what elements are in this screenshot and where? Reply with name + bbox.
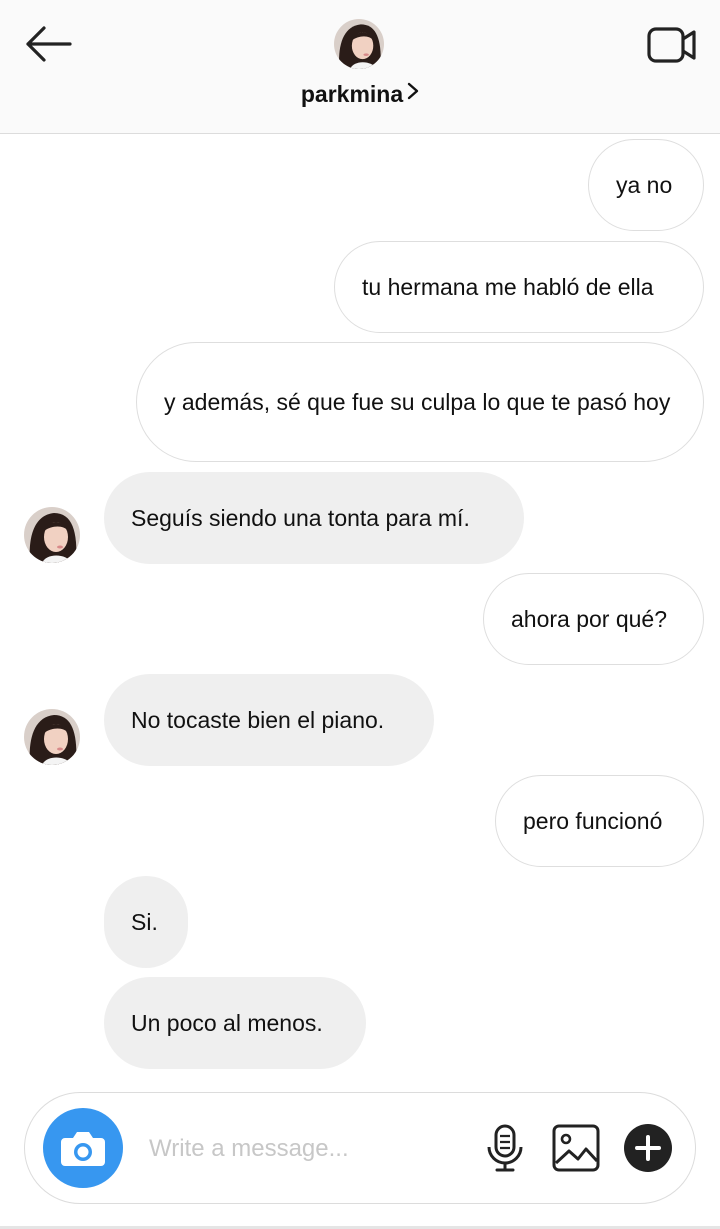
message-bubble-sent[interactable]: ya no [588,139,704,231]
video-call-icon[interactable] [646,25,698,65]
chat-header: parkmina [0,0,720,134]
message-text: Seguís siendo una tonta para mí. [131,504,470,531]
header-avatar[interactable] [334,19,384,69]
message-text: Si. [131,908,158,935]
microphone-icon[interactable] [485,1123,525,1175]
camera-icon [61,1132,105,1166]
message-composer [24,1092,696,1204]
message-bubble-received[interactable]: Un poco al menos. [104,977,366,1069]
message-bubble-received[interactable]: Seguís siendo una tonta para mí. [104,472,524,564]
message-bubble-sent[interactable]: tu hermana me habló de ella [334,241,704,333]
message-text: tu hermana me habló de ella [362,273,654,300]
username-link[interactable]: parkmina [0,79,720,108]
camera-button[interactable] [43,1108,123,1188]
message-text: ya no [616,171,673,198]
chevron-right-icon [407,79,419,106]
sender-avatar[interactable] [24,709,80,765]
username-label: parkmina [300,81,404,107]
back-arrow-icon[interactable] [22,22,74,66]
message-bubble-received[interactable]: Si. [104,876,188,968]
message-bubble-received[interactable]: No tocaste bien el piano. [104,674,434,766]
message-text: Un poco al menos. [131,1009,323,1036]
sender-avatar[interactable] [24,507,80,563]
message-input[interactable] [147,1123,461,1175]
message-bubble-sent[interactable]: ahora por qué? [483,573,704,665]
message-bubble-sent[interactable]: pero funcionó [495,775,704,867]
gallery-icon[interactable] [551,1123,601,1173]
message-bubble-sent[interactable]: y además, sé que fue su culpa lo que te … [136,342,704,462]
message-text: y además, sé que fue su culpa lo que te … [164,388,671,415]
message-text: ahora por qué? [511,605,668,632]
message-text: pero funcionó [523,807,663,834]
message-text: No tocaste bien el piano. [131,706,385,733]
plus-icon[interactable] [623,1123,673,1173]
